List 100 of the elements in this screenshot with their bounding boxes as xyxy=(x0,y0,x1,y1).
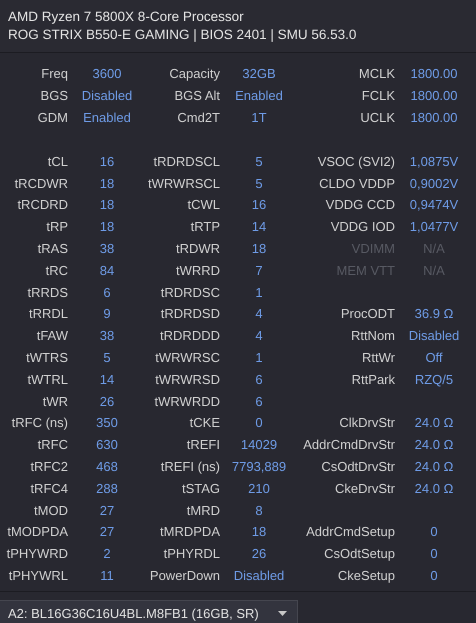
timing-value: 1,0875V xyxy=(410,154,458,169)
timing-value: 11 xyxy=(100,568,114,583)
timing-label: tWRWRDD xyxy=(154,394,220,409)
timing-value: 84 xyxy=(100,262,114,278)
timing-value: Disabled xyxy=(82,88,132,104)
board-info: ROG STRIX B550-E GAMING | BIOS 2401 | SMU 56.53.0 xyxy=(8,26,356,44)
timing-label: FCLK xyxy=(362,88,395,104)
timing-label: tRDWR xyxy=(176,240,220,256)
timing-value: 26 xyxy=(252,546,266,562)
timing-value: 6 xyxy=(255,394,263,409)
timing-value: 38 xyxy=(100,240,114,256)
timing-value: 26 xyxy=(100,394,114,409)
timing-value: 24.0 Ω xyxy=(414,415,454,430)
timing-value: 0 xyxy=(430,568,438,583)
timing-value: 7793,889 xyxy=(232,458,286,474)
timing-label: tMRD xyxy=(186,502,220,518)
timing-value: 630 xyxy=(96,437,118,452)
timing-label: tRRDL xyxy=(28,306,68,322)
timing-value: Off xyxy=(425,350,443,365)
timing-value: 468 xyxy=(96,458,118,474)
timing-value: 1,0477V xyxy=(410,219,458,234)
timing-value: 18 xyxy=(100,219,114,234)
timing-label: tRAS xyxy=(38,240,68,256)
timing-value: Enabled xyxy=(235,88,283,104)
timing-label: tRP xyxy=(46,219,68,234)
timing-value: 1 xyxy=(255,350,263,365)
timing-value: 14 xyxy=(100,372,114,387)
module-dropdown[interactable]: A2: BL16G36C16U4BL.M8FB1 (16GB, SR) xyxy=(0,600,298,623)
timing-value: 4 xyxy=(255,328,263,344)
timing-label: CsOdtSetup xyxy=(324,546,395,562)
timing-label: tRFC2 xyxy=(30,458,68,474)
timing-label: tCL xyxy=(48,154,68,169)
timing-value: 2 xyxy=(103,546,111,562)
timing-label: tCKE xyxy=(190,415,220,430)
timing-label: tWRWRSC xyxy=(155,350,220,365)
timing-value: 5 xyxy=(255,176,263,191)
timing-label: tFAW xyxy=(36,328,68,344)
timing-value: 8 xyxy=(255,502,263,518)
timing-label: RttPark xyxy=(352,372,395,387)
timing-label: CsOdtDrvStr xyxy=(321,458,395,474)
timing-value: 5 xyxy=(103,350,111,365)
timing-value: 14 xyxy=(252,219,266,234)
timing-value: 18 xyxy=(100,197,114,212)
timing-value: 0 xyxy=(430,546,438,562)
timing-value: Disabled xyxy=(408,328,460,344)
timing-label: tPHYRDL xyxy=(164,546,220,562)
timing-value: 3600 xyxy=(92,66,122,82)
timing-value: 18 xyxy=(100,176,114,191)
timing-value: 38 xyxy=(100,328,114,344)
timing-label: tPHYWRL xyxy=(8,568,68,583)
timing-value: Enabled xyxy=(83,110,131,125)
timing-value: 1 xyxy=(255,284,263,300)
timing-label: tRDRDDD xyxy=(160,328,220,344)
timing-value: 6 xyxy=(103,284,111,300)
timing-label: tWRWRSD xyxy=(155,372,220,387)
timing-label: tWTRS xyxy=(26,350,68,365)
timing-label: tMOD xyxy=(34,502,68,518)
timing-label: tWR xyxy=(42,394,68,409)
timing-value: 18 xyxy=(252,240,266,256)
timing-label: tRFC (ns) xyxy=(12,415,68,430)
timing-label: VDDG IOD xyxy=(330,219,395,234)
timing-value: 1800.00 xyxy=(410,66,458,82)
timing-label: CLDO VDDP xyxy=(319,176,395,191)
timing-label: tRFC xyxy=(38,437,68,452)
timing-label: tREFI (ns) xyxy=(160,458,220,474)
timing-label: tWTRL xyxy=(28,372,68,387)
timing-label: tRCDWR xyxy=(14,176,68,191)
timing-value: 1800.00 xyxy=(410,88,458,104)
timing-value: 350 xyxy=(96,415,118,430)
caret-icon xyxy=(278,611,287,616)
timing-value: RZQ/5 xyxy=(414,372,454,387)
timing-label: tREFI xyxy=(186,437,220,452)
timing-value: 0 xyxy=(255,415,263,430)
timing-value: 27 xyxy=(100,502,114,518)
timing-value: 1800.00 xyxy=(410,110,458,125)
timing-label: tRCDRD xyxy=(17,197,68,212)
timing-value: Disabled xyxy=(234,568,284,583)
timing-value: 14029 xyxy=(240,437,278,452)
timing-label: tRDRDSCL xyxy=(154,154,220,169)
timing-label: BGS xyxy=(40,88,68,104)
timing-value: 24.0 Ω xyxy=(414,458,454,474)
timing-label: BGS Alt xyxy=(174,88,220,104)
timing-label: tRRDS xyxy=(28,284,68,300)
timing-label: CkeDrvStr xyxy=(335,480,395,496)
timing-label: tWRWRSCL xyxy=(148,176,220,191)
timing-label: GDM xyxy=(38,110,68,125)
timing-label: Cmd2T xyxy=(177,110,220,125)
timing-label: tCWL xyxy=(188,197,220,212)
timing-label: VDDG CCD xyxy=(326,197,395,212)
timing-value: 24.0 Ω xyxy=(414,480,454,496)
timing-value: 6 xyxy=(255,372,263,387)
timing-label: PowerDown xyxy=(150,568,220,583)
timing-label: Capacity xyxy=(169,66,220,82)
timing-value: 288 xyxy=(96,480,118,496)
timing-value: 0,9002V xyxy=(410,176,458,191)
timing-label: VSOC (SVI2) xyxy=(318,154,395,169)
timing-value: 16 xyxy=(252,197,266,212)
timing-label: RttNom xyxy=(350,328,395,344)
timing-label: AddrCmdSetup xyxy=(306,524,395,540)
timing-label: AddrCmdDrvStr xyxy=(303,437,395,452)
